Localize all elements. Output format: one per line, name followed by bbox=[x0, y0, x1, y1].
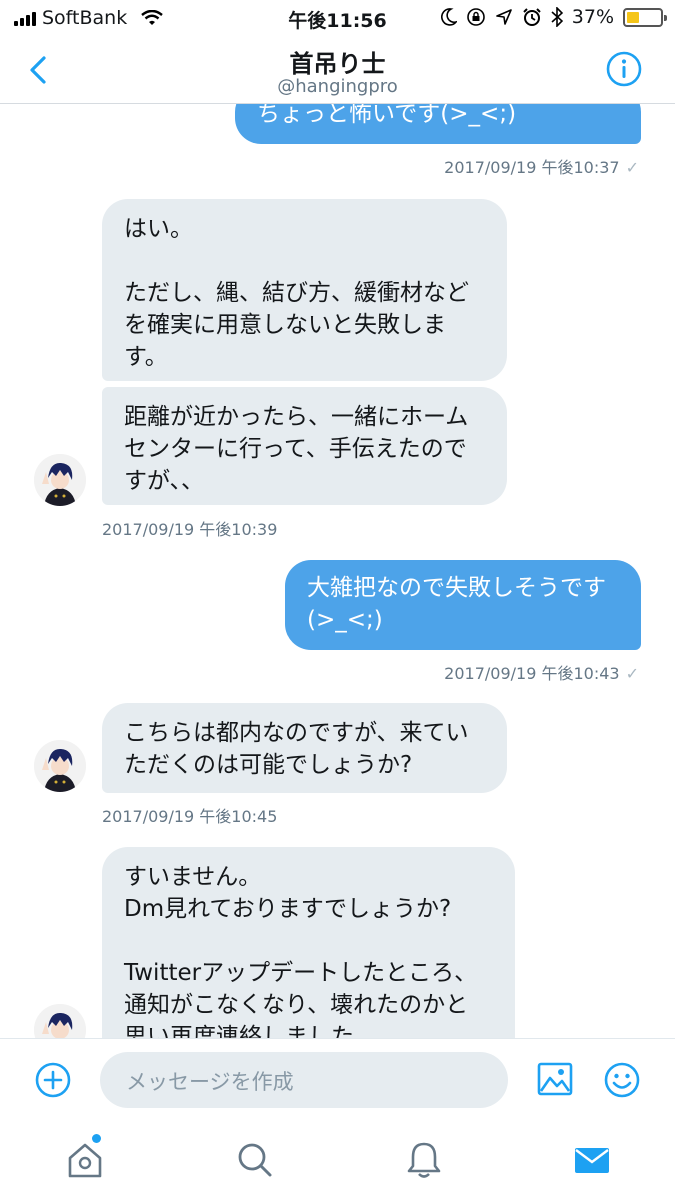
search-icon bbox=[238, 1143, 272, 1177]
outgoing-message[interactable]: ちょっと怖いです(>_<;) bbox=[235, 104, 641, 144]
tab-bar bbox=[0, 1122, 675, 1200]
message-timestamp: 2017/09/19 午後10:43 ✓ bbox=[444, 660, 639, 684]
battery-percent: 37% bbox=[571, 6, 614, 28]
timestamp-text: 2017/09/19 午後10:45 bbox=[102, 807, 278, 826]
battery-icon bbox=[623, 7, 667, 27]
moon-icon bbox=[440, 8, 457, 26]
info-icon[interactable] bbox=[605, 50, 643, 88]
contact-name[interactable]: 首吊り士 bbox=[0, 44, 675, 79]
notifications-icon bbox=[407, 1142, 441, 1178]
tab-messages[interactable] bbox=[573, 1140, 611, 1180]
plus-circle-icon[interactable] bbox=[34, 1061, 72, 1099]
read-check-icon: ✓ bbox=[625, 664, 639, 683]
contact-handle[interactable]: @hangingpro bbox=[0, 76, 675, 97]
image-icon[interactable] bbox=[537, 1061, 573, 1097]
avatar[interactable] bbox=[34, 1004, 86, 1038]
alarm-icon bbox=[523, 8, 541, 26]
orientation-lock-icon bbox=[466, 8, 485, 26]
status-right: 37% bbox=[440, 6, 667, 28]
message-thread[interactable]: ちょっと怖いです(>_<;) 2017/09/19 午後10:37 ✓ はい。 た… bbox=[0, 104, 675, 1038]
avatar[interactable] bbox=[34, 454, 86, 506]
read-check-icon: ✓ bbox=[625, 158, 639, 177]
tab-home[interactable] bbox=[66, 1134, 104, 1180]
emoji-icon[interactable] bbox=[603, 1061, 641, 1099]
incoming-message[interactable]: こちらは都内なのですが、来てい ただくのは可能でしょうか? bbox=[102, 703, 507, 793]
message-input[interactable]: メッセージを作成 bbox=[100, 1052, 508, 1108]
incoming-message[interactable]: はい。 ただし、縄、結び方、緩衝材など を確実に用意しないと失敗しま す。 bbox=[102, 199, 507, 381]
outgoing-message[interactable]: 大雑把なので失敗しそうです (>_<;) bbox=[285, 560, 641, 650]
message-timestamp: 2017/09/19 午後10:37 ✓ bbox=[444, 154, 639, 178]
home-icon bbox=[68, 1143, 102, 1178]
avatar[interactable] bbox=[34, 740, 86, 792]
timestamp-text: 2017/09/19 午後10:37 bbox=[444, 158, 620, 177]
notification-dot bbox=[92, 1134, 101, 1143]
timestamp-text: 2017/09/19 午後10:43 bbox=[444, 664, 620, 683]
messages-icon bbox=[575, 1148, 609, 1173]
incoming-message[interactable]: すいません。 Dm見れておりますでしょうか? Twitterアップデートしたとこ… bbox=[102, 847, 515, 1038]
tab-notifications[interactable] bbox=[405, 1140, 443, 1180]
timestamp-text: 2017/09/19 午後10:39 bbox=[102, 520, 278, 539]
incoming-message[interactable]: 距離が近かったら、一緒にホーム センターに行って、手伝えたので すが、、 bbox=[102, 387, 507, 505]
message-timestamp: 2017/09/19 午後10:39 bbox=[102, 516, 277, 540]
tab-search[interactable] bbox=[236, 1140, 274, 1180]
bluetooth-icon bbox=[551, 7, 563, 27]
message-timestamp: 2017/09/19 午後10:45 bbox=[102, 803, 277, 827]
location-icon bbox=[495, 9, 512, 25]
message-composer: メッセージを作成 bbox=[0, 1038, 675, 1122]
status-bar: SoftBank 午後11:56 37% bbox=[0, 0, 675, 36]
conversation-header: 首吊り士 @hangingpro bbox=[0, 36, 675, 104]
battery-level bbox=[627, 11, 639, 23]
